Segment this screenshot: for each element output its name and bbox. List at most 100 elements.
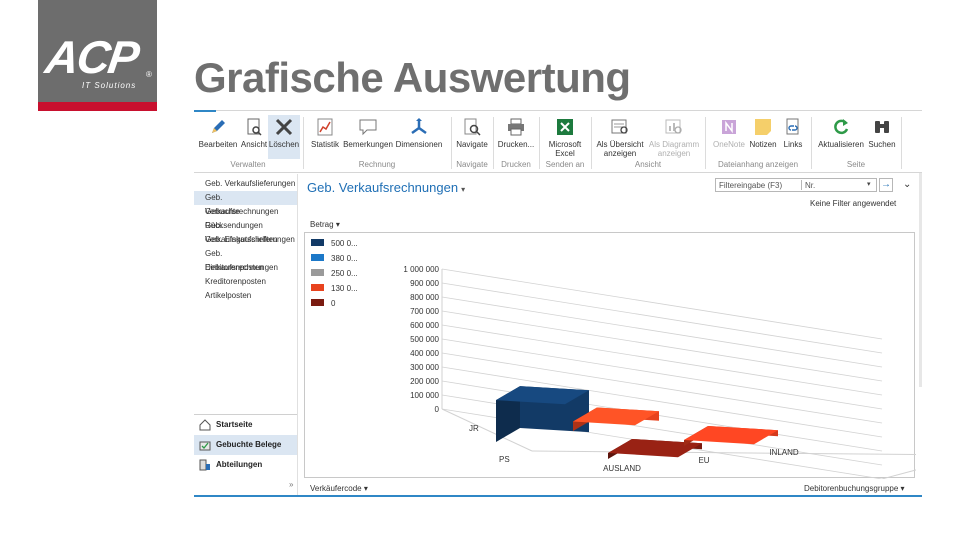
show-as-chart-label: Als Diagramm anzeigen bbox=[648, 140, 700, 158]
x-field-dropdown-icon: ▾ bbox=[363, 484, 368, 493]
onenote-button[interactable]: OneNote bbox=[710, 115, 748, 159]
row-label: JR bbox=[469, 424, 479, 433]
legend-label: 250 0... bbox=[331, 269, 358, 278]
y-tick-label: 1 000 000 bbox=[403, 265, 439, 274]
view-button[interactable]: Ansicht bbox=[240, 115, 268, 159]
nav-collapse-grip[interactable]: » bbox=[289, 480, 293, 489]
logo-subtitle: IT Solutions bbox=[82, 81, 137, 90]
nav-item-artikelposten[interactable]: Artikelposten bbox=[194, 289, 297, 303]
nav-startseite[interactable]: Startseite bbox=[194, 415, 297, 435]
filter-input[interactable]: Filtereingabe (F3) bbox=[719, 181, 782, 190]
show-as-list-label: Als Übersicht anzeigen bbox=[596, 140, 644, 158]
printer-icon bbox=[508, 118, 524, 136]
delete-x-icon bbox=[275, 118, 293, 136]
logo-registered-mark: ® bbox=[146, 70, 152, 79]
nav-abteilungen[interactable]: Abteilungen bbox=[194, 455, 297, 475]
delete-button[interactable]: Löschen bbox=[268, 115, 300, 159]
y-tick-label: 400 000 bbox=[410, 349, 439, 358]
print-label: Drucken... bbox=[497, 140, 535, 149]
ribbon-separator bbox=[901, 117, 902, 169]
legend-swatch bbox=[311, 239, 324, 246]
statistics-button[interactable]: Statistik bbox=[308, 115, 342, 159]
group-rechnung: Rechnung bbox=[358, 160, 396, 169]
refresh-icon bbox=[834, 119, 849, 135]
notes-button[interactable]: Notizen bbox=[748, 115, 778, 159]
nav-item-geb-verkaufsrechnungen[interactable]: Geb. Verkaufsrechnungen bbox=[194, 191, 297, 216]
apply-filter-arrow-icon[interactable]: → bbox=[879, 178, 893, 192]
legend-swatch bbox=[311, 299, 324, 306]
series-field-label: Debitorenbuchungsgruppe bbox=[804, 484, 899, 493]
measure-dropdown-icon: ▾ bbox=[335, 220, 340, 229]
show-as-list-button[interactable]: Als Übersicht anzeigen bbox=[594, 115, 646, 159]
group-verwalten: Verwalten bbox=[230, 160, 266, 169]
statistics-label: Statistik bbox=[310, 140, 339, 149]
category-label: INLAND bbox=[769, 448, 799, 457]
page-title-dropdown-icon: ▾ bbox=[461, 185, 466, 194]
nav-item-geb-verkaufslieferungen[interactable]: Geb. Verkaufslieferungen bbox=[194, 177, 297, 191]
chart-svg: 500 0... 380 0... 250 0... 130 0... 0 1 000 0… bbox=[311, 239, 960, 480]
chevron-down-icon[interactable]: ▾ bbox=[867, 180, 871, 188]
comments-label: Bemerkungen bbox=[343, 140, 393, 149]
gridline bbox=[441, 296, 883, 368]
nav-item-geb-verkaufsgutschriften[interactable]: Geb. Verkaufsgutschriften bbox=[194, 219, 297, 244]
comments-button[interactable]: Bemerkungen bbox=[342, 115, 394, 159]
category-label: EU bbox=[698, 456, 709, 465]
view-document-icon bbox=[247, 118, 262, 136]
posted-documents-icon bbox=[199, 441, 211, 451]
y-tick-label: 700 000 bbox=[410, 307, 439, 316]
series-field-selector[interactable]: Debitorenbuchungsgruppe ▾ bbox=[804, 484, 905, 493]
refresh-label: Aktualisieren bbox=[818, 140, 864, 149]
edit-label: Bearbeiten bbox=[198, 140, 238, 149]
measure-selector[interactable]: Betrag ▾ bbox=[310, 220, 340, 229]
statistics-icon bbox=[317, 118, 333, 136]
nav-item-debitorenposten[interactable]: Debitorenposten bbox=[194, 261, 297, 275]
group-seite: Seite bbox=[846, 160, 866, 169]
nav-item-gebuchte-ruecksendungen[interactable]: Gebuchte Rücksendungen bbox=[194, 205, 297, 230]
edit-button[interactable]: Bearbeiten bbox=[196, 115, 240, 159]
filter-field-select[interactable]: Nr. bbox=[805, 181, 815, 190]
navigate-label: Navigate bbox=[456, 140, 488, 149]
x-axis-field-label: Verkäufercode bbox=[310, 484, 362, 493]
legend-label: 130 0... bbox=[331, 284, 358, 293]
group-ansicht: Ansicht bbox=[634, 160, 662, 169]
vertical-scrollbar[interactable] bbox=[919, 173, 922, 387]
links-button[interactable]: Links bbox=[780, 115, 806, 159]
y-tick-label: 0 bbox=[435, 405, 440, 414]
chart-view-icon bbox=[665, 119, 682, 134]
dimensions-button[interactable]: Dimensionen bbox=[394, 115, 444, 159]
group-dateianhang: Dateianhang anzeigen bbox=[717, 160, 799, 169]
chart-container: 500 0... 380 0... 250 0... 130 0... 0 1 000 0… bbox=[304, 232, 960, 480]
nav-item-kreditorenposten[interactable]: Kreditorenposten bbox=[194, 275, 297, 289]
comment-icon bbox=[359, 119, 377, 136]
view-label: Ansicht bbox=[240, 140, 268, 149]
measure-label: Betrag bbox=[310, 220, 334, 229]
acp-logo: ACP ® IT Solutions bbox=[38, 0, 157, 111]
print-button[interactable]: Drucken... bbox=[496, 115, 536, 159]
no-filter-text: Keine Filter angewendet bbox=[810, 199, 897, 208]
nav-startseite-label: Startseite bbox=[216, 420, 253, 429]
bottom-accent-line bbox=[194, 495, 922, 497]
logo-red-bar bbox=[38, 102, 157, 111]
links-label: Links bbox=[783, 140, 803, 149]
ribbon: Bearbeiten Ansicht Löschen Verwalten Sta… bbox=[194, 113, 922, 172]
nav-gebuchte-belege[interactable]: Gebuchte Belege bbox=[194, 435, 297, 455]
y-tick-label: 500 000 bbox=[410, 335, 439, 344]
page-title-row[interactable]: Geb. Verkaufsrechnungen ▾ bbox=[307, 180, 465, 195]
refresh-button[interactable]: Aktualisieren bbox=[816, 115, 866, 159]
nav-item-geb-einkaufsrechnungen[interactable]: Geb. Einkaufsrechnungen bbox=[194, 247, 297, 272]
excel-button[interactable]: Microsoft Excel bbox=[542, 115, 588, 159]
search-label: Suchen bbox=[868, 140, 896, 149]
floor-edge bbox=[531, 450, 960, 456]
navigation-pane: Geb. Verkaufslieferungen Geb. Verkaufsre… bbox=[194, 174, 298, 495]
navigate-button[interactable]: Navigate bbox=[454, 115, 490, 159]
filter-box[interactable]: Filtereingabe (F3) Nr. ▾ bbox=[715, 178, 877, 192]
x-axis-field-selector[interactable]: Verkäufercode ▾ bbox=[310, 484, 368, 493]
collapse-chevron-icon[interactable]: ⌄ bbox=[903, 179, 911, 190]
search-button[interactable]: Suchen bbox=[866, 115, 898, 159]
navigate-icon bbox=[464, 118, 481, 136]
show-as-chart-button[interactable]: Als Diagramm anzeigen bbox=[646, 115, 702, 159]
category-label: AUSLAND bbox=[603, 464, 641, 473]
legend-swatch bbox=[311, 284, 324, 291]
nav-item-geb-einkaufslieferungen[interactable]: Geb. Einkaufslieferungen bbox=[194, 233, 297, 247]
binoculars-icon bbox=[875, 121, 889, 133]
